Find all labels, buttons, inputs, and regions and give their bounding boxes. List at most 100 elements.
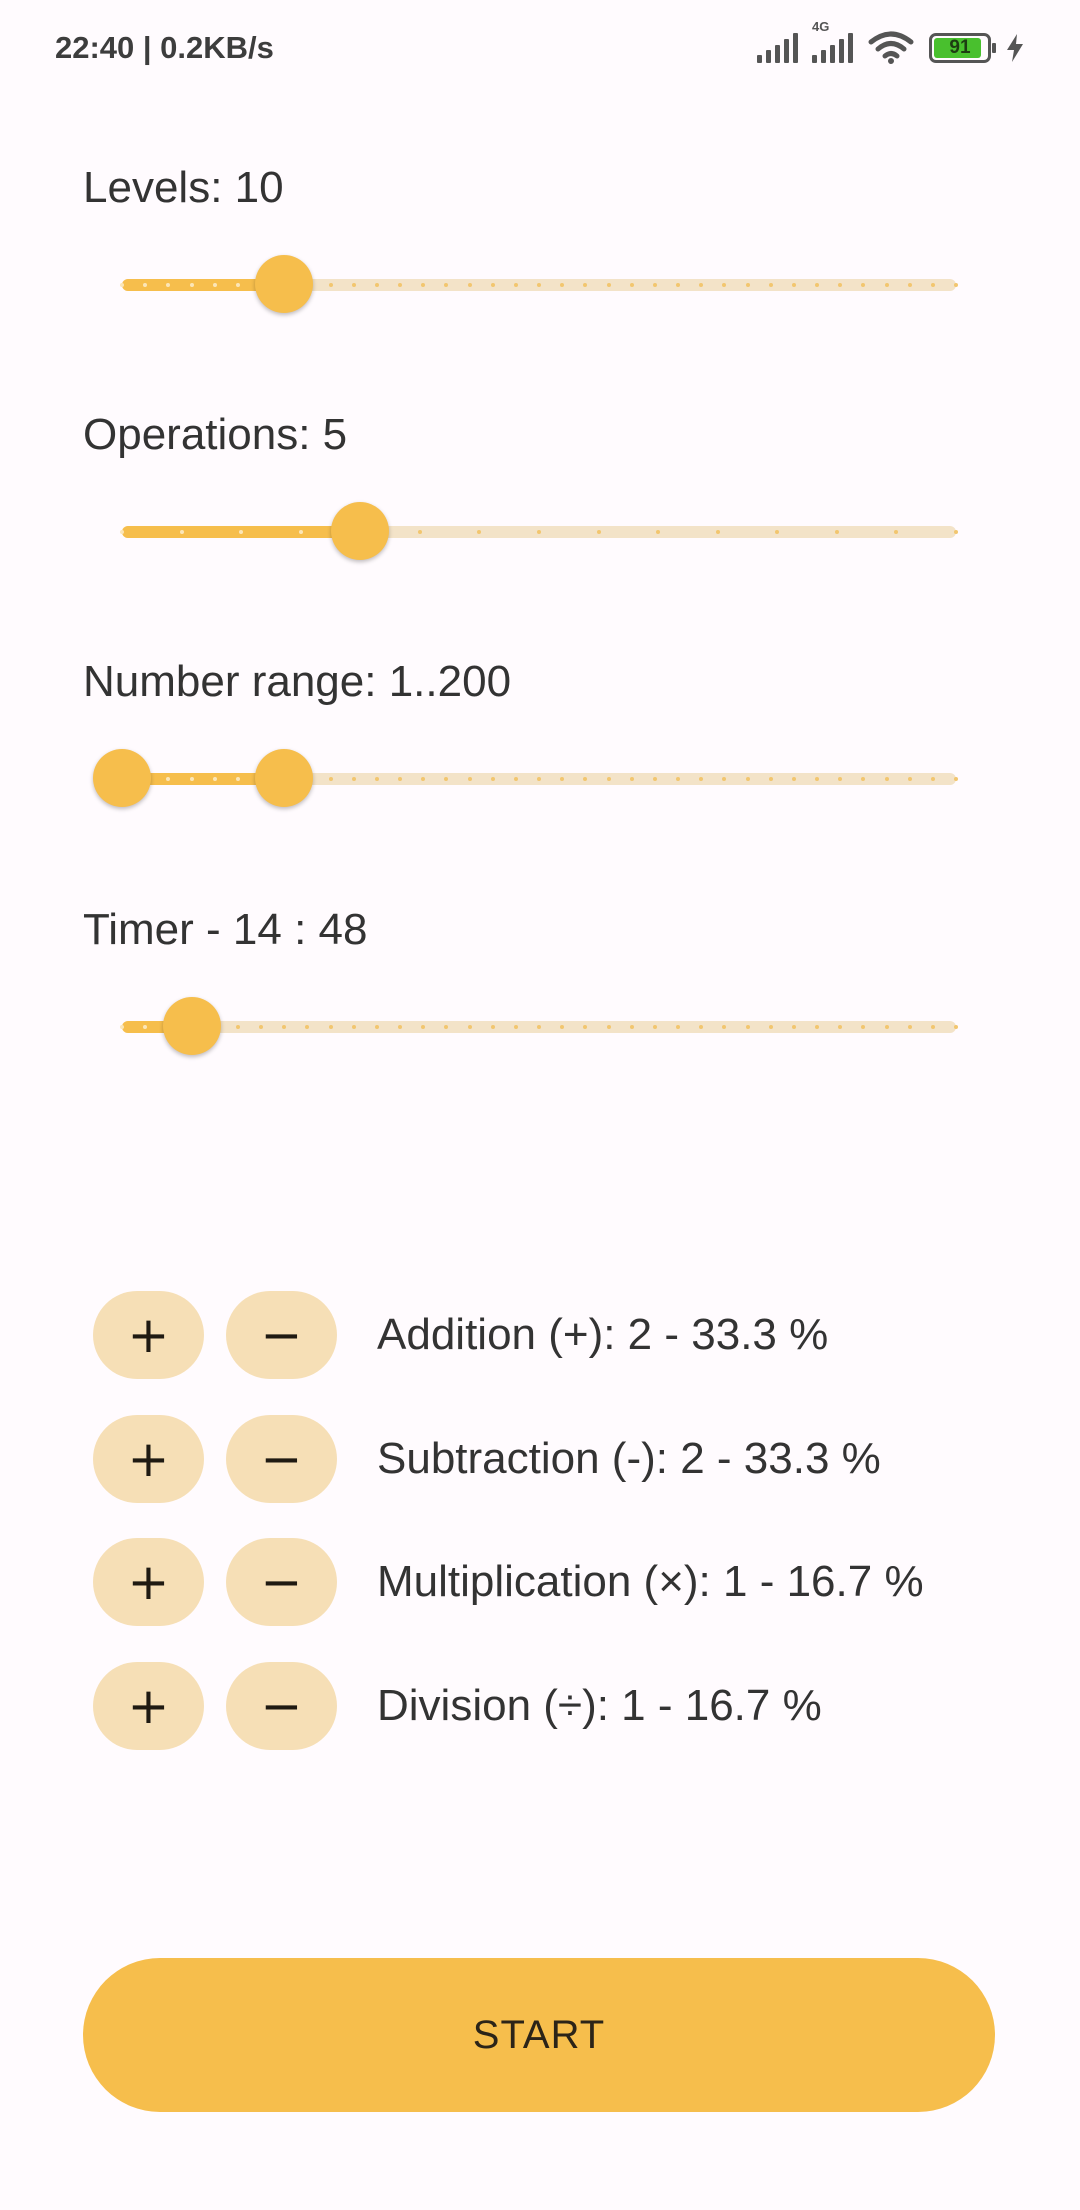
slider-tick [374, 777, 379, 781]
slider-tick [954, 530, 958, 534]
slider-tick [513, 777, 518, 781]
slider-tick [374, 283, 379, 287]
subtraction-decrease-button[interactable]: − [226, 1415, 337, 1503]
slider-tick [930, 1025, 935, 1029]
slider-tick [235, 283, 240, 287]
timer-slider[interactable] [120, 997, 958, 1057]
status-time: 22:40 | 0.2KB/s [55, 30, 274, 65]
slider-tick [328, 777, 333, 781]
slider-tick [884, 777, 889, 781]
multiplication-decrease-button[interactable]: − [226, 1538, 337, 1626]
slider-tick [629, 777, 634, 781]
slider-tick [212, 283, 217, 287]
addition-decrease-button[interactable]: − [226, 1291, 337, 1379]
slider-tick [907, 777, 912, 781]
slider-tick [791, 777, 796, 781]
slider-tick [120, 283, 124, 287]
battery-percent: 91 [949, 37, 971, 58]
slider-tick [834, 530, 839, 534]
slider-tick [629, 1025, 634, 1029]
levels-label: Levels: 10 [83, 163, 284, 212]
multiplication-row: + − Multiplication (×): 1 - 16.7 % [93, 1537, 924, 1627]
slider-tick [629, 283, 634, 287]
slider-tick [791, 1025, 796, 1029]
slider-tick [351, 777, 356, 781]
addition-increase-button[interactable]: + [93, 1291, 204, 1379]
slider-thumb[interactable] [255, 255, 314, 313]
slider-tick [467, 777, 472, 781]
slider-tick [954, 283, 958, 287]
slider-tick [954, 1025, 958, 1029]
slider-tick [596, 530, 601, 534]
slider-tick [676, 283, 680, 287]
timer-label: Timer - 14 : 48 [83, 905, 368, 954]
operations-slider[interactable] [120, 502, 958, 562]
slider-tick [212, 777, 217, 781]
slider-tick [235, 777, 240, 781]
subtraction-label: Subtraction (-): 2 - 33.3 % [377, 1434, 881, 1483]
slider-tick [907, 283, 912, 287]
slider-thumb[interactable] [162, 997, 221, 1055]
slider-tick [467, 1025, 472, 1029]
division-label: Division (÷): 1 - 16.7 % [377, 1681, 822, 1730]
slider-tick [676, 777, 680, 781]
battery-icon: 91 [929, 33, 996, 63]
slider-tick [179, 530, 184, 534]
slider-tick [351, 283, 356, 287]
slider-tick [907, 1025, 912, 1029]
slider-tick [513, 283, 518, 287]
slider-tick [815, 283, 819, 287]
network-tag: 4G [812, 19, 830, 34]
slider-thumb[interactable] [331, 502, 390, 560]
slider-tick [606, 283, 611, 287]
status-icons: 4G 91 [757, 19, 1025, 70]
levels-slider[interactable] [120, 255, 958, 315]
slider-tick [417, 530, 422, 534]
slider-tick [189, 283, 194, 287]
division-decrease-button[interactable]: − [226, 1662, 337, 1750]
slider-tick [745, 283, 750, 287]
addition-label: Addition (+): 2 - 33.3 % [377, 1310, 829, 1359]
slider-tick [259, 1025, 263, 1029]
slider-tick [537, 283, 541, 287]
slider-tick [328, 283, 333, 287]
slider-tick [398, 283, 402, 287]
slider-tick [791, 283, 796, 287]
slider-tick [606, 777, 611, 781]
slider-tick [768, 777, 773, 781]
operations-label: Operations: 5 [83, 410, 348, 459]
slider-tick [930, 283, 935, 287]
division-increase-button[interactable]: + [93, 1662, 204, 1750]
slider-thumb-start[interactable] [93, 749, 151, 807]
slider-tick [490, 777, 495, 781]
slider-tick [235, 1025, 240, 1029]
slider-thumb-end[interactable] [255, 749, 314, 807]
slider-tick [884, 1025, 889, 1029]
slider-tick [537, 530, 541, 534]
slider-tick [398, 1025, 402, 1029]
wifi-icon [868, 31, 914, 64]
slider-tick [884, 283, 889, 287]
multiplication-label: Multiplication (×): 1 - 16.7 % [377, 1557, 924, 1606]
slider-tick [398, 777, 402, 781]
start-button[interactable]: START [83, 1958, 995, 2112]
signal-4g-icon: 4G [812, 19, 853, 63]
slider-tick [815, 1025, 819, 1029]
status-bar: 22:40 | 0.2KB/s 4G 91 [0, 0, 1080, 100]
slider-tick [374, 1025, 379, 1029]
slider-tick [537, 777, 541, 781]
slider-tick [652, 777, 657, 781]
slider-tick [606, 1025, 611, 1029]
number-range-slider[interactable] [93, 749, 958, 809]
slider-tick [513, 1025, 518, 1029]
addition-row: + − Addition (+): 2 - 33.3 % [93, 1290, 828, 1380]
slider-tick [490, 1025, 495, 1029]
slider-tick [189, 777, 194, 781]
slider-tick [676, 1025, 680, 1029]
slider-tick [467, 283, 472, 287]
slider-tick [490, 283, 495, 287]
division-row: + − Division (÷): 1 - 16.7 % [93, 1661, 822, 1751]
multiplication-increase-button[interactable]: + [93, 1538, 204, 1626]
subtraction-increase-button[interactable]: + [93, 1415, 204, 1503]
slider-tick [745, 1025, 750, 1029]
